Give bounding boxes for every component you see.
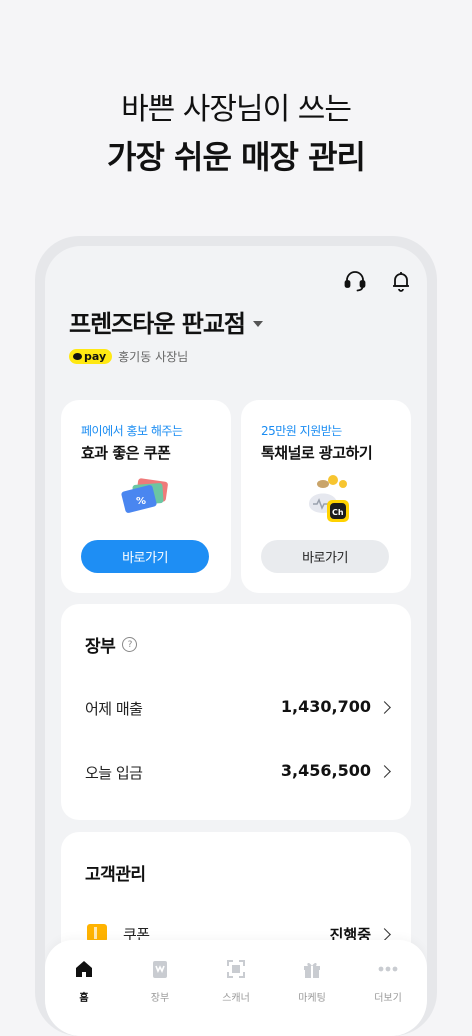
owner-info: pay 홍기동 사장님	[69, 348, 188, 365]
tab-more[interactable]: 더보기	[350, 958, 426, 1004]
bottom-tab-bar: 홈 장부 스캐너 마케팅 더보기	[45, 940, 427, 1036]
headset-icon[interactable]	[342, 268, 368, 294]
tab-label: 마케팅	[298, 993, 326, 1004]
gift-icon	[304, 962, 320, 978]
hero-headline: 바쁜 사장님이 쓰는	[121, 92, 352, 127]
tab-label: 홈	[79, 993, 89, 1004]
channel-ad-promo-card[interactable]: 25만원 지원받는 톡채널로 광고하기 Ch 바로가기	[241, 400, 411, 593]
channel-ad-go-button[interactable]: 바로가기	[261, 540, 389, 573]
row-value: 3,456,500	[280, 761, 371, 780]
row-label: 오늘 입금	[85, 764, 143, 782]
chevron-right-icon	[378, 928, 391, 941]
coupon-go-button[interactable]: 바로가기	[81, 540, 209, 573]
tab-marketing[interactable]: 마케팅	[274, 958, 350, 1004]
ledger-icon	[153, 961, 167, 978]
caret-down-icon	[253, 320, 263, 327]
row-value: 1,430,700	[280, 697, 371, 716]
coupon-cards-icon: %	[119, 474, 175, 524]
money-bag-channel-icon: Ch	[299, 472, 359, 530]
ledger-title-text: 장부	[85, 637, 116, 657]
hero-subheadline: 가장 쉬운 매장 관리	[107, 138, 366, 176]
tab-label: 더보기	[374, 993, 402, 1004]
tab-home[interactable]: 홈	[46, 958, 122, 1004]
tab-label: 장부	[150, 993, 170, 1004]
owner-name: 홍기동 사장님	[118, 350, 189, 364]
home-icon	[76, 961, 92, 977]
svg-text:%: %	[136, 496, 146, 507]
chevron-right-icon	[378, 701, 391, 714]
tab-ledger[interactable]: 장부	[122, 958, 198, 1004]
store-selector[interactable]: 프렌즈타운 판교점	[69, 304, 263, 339]
speech-bubble-icon	[73, 353, 82, 360]
scanner-icon	[227, 960, 245, 978]
customer-title: 고객관리	[85, 865, 146, 885]
app-screen: 프렌즈타운 판교점 pay 홍기동 사장님 페이에서 홍보 해주는 효과 좋은 …	[45, 246, 427, 1036]
help-icon[interactable]: ?	[122, 637, 138, 652]
ledger-card: 장부 ? 어제 매출 1,430,700 오늘 입금 3,456,500	[61, 604, 411, 820]
tab-scanner[interactable]: 스캐너	[198, 958, 274, 1004]
store-name: 프렌즈타운 판교점	[69, 310, 246, 338]
promo-subtitle: 25만원 지원받는	[261, 424, 342, 438]
row-label: 어제 매출	[85, 700, 143, 718]
bell-icon[interactable]	[388, 268, 414, 294]
promo-subtitle: 페이에서 홍보 해주는	[81, 424, 183, 438]
coupon-promo-card[interactable]: 페이에서 홍보 해주는 효과 좋은 쿠폰 % 바로가기	[61, 400, 231, 593]
chevron-right-icon	[378, 765, 391, 778]
promo-title: 효과 좋은 쿠폰	[81, 444, 171, 462]
more-icon	[378, 966, 398, 972]
svg-text:Ch: Ch	[332, 508, 344, 517]
tab-label: 스캐너	[222, 993, 250, 1004]
kakaopay-badge: pay	[69, 349, 113, 364]
ledger-title: 장부 ?	[85, 632, 138, 657]
pay-label: pay	[84, 350, 107, 363]
promo-title: 톡채널로 광고하기	[261, 444, 373, 462]
